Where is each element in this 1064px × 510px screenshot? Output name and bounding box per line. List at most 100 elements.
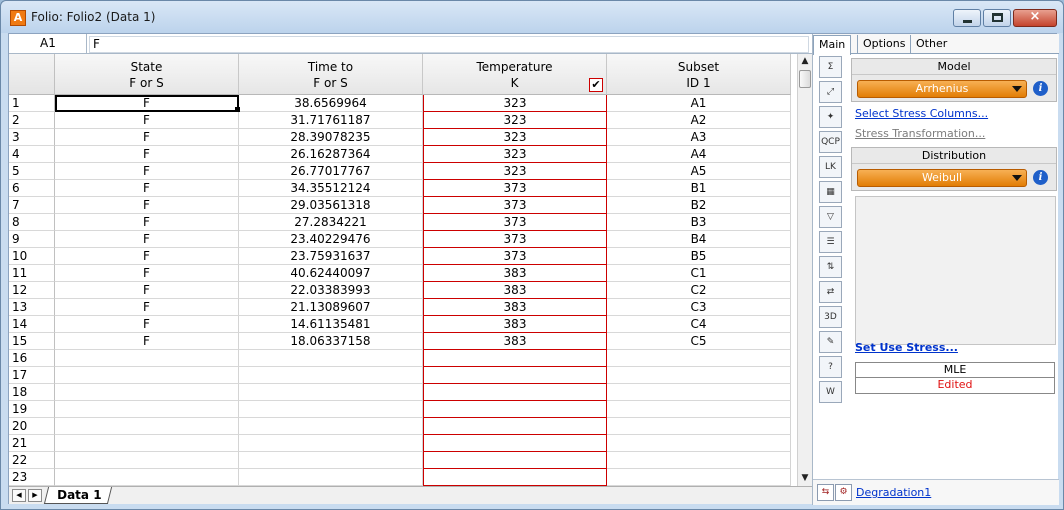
help-icon[interactable]: ?	[819, 356, 842, 378]
link-icon[interactable]: ⇆	[817, 484, 834, 501]
column-header-time[interactable]: Time to F or S	[239, 54, 423, 95]
sheet-tab-data-1[interactable]: Data 1	[43, 487, 113, 504]
cell-time[interactable]	[239, 469, 423, 486]
first-sheet-button[interactable]: ◀	[12, 489, 26, 502]
cell-time[interactable]	[239, 452, 423, 469]
cell-temperature[interactable]: 373	[423, 231, 607, 248]
cell-time[interactable]: 28.39078235	[239, 129, 423, 146]
cell-state[interactable]: F	[55, 112, 239, 129]
set-use-stress-link[interactable]: Set Use Stress...	[855, 341, 958, 354]
cell-temperature[interactable]: 323	[423, 112, 607, 129]
row-number[interactable]: 19	[9, 401, 55, 418]
cell-temperature[interactable]: 373	[423, 248, 607, 265]
row-number[interactable]: 5	[9, 163, 55, 180]
cell-time[interactable]	[239, 384, 423, 401]
cell-subset[interactable]: B1	[607, 180, 791, 197]
cell-time[interactable]: 38.6569964	[239, 95, 423, 112]
row-number[interactable]: 7	[9, 197, 55, 214]
cell-temperature[interactable]	[423, 384, 607, 401]
cell-time[interactable]: 26.77017767	[239, 163, 423, 180]
column-header-temperature[interactable]: Temperature K ✔	[423, 54, 607, 95]
data-sheet-grid[interactable]: State F or S Time to F or S Temperature K ✔ Sub…	[9, 54, 797, 486]
cell-state[interactable]: F	[55, 316, 239, 333]
row-number[interactable]: 22	[9, 452, 55, 469]
cell-state[interactable]: F	[55, 163, 239, 180]
cell-temperature[interactable]: 383	[423, 316, 607, 333]
filter-icon[interactable]: ▽	[819, 206, 842, 228]
cell-subset[interactable]: A4	[607, 146, 791, 163]
row-number[interactable]: 8	[9, 214, 55, 231]
cell-time[interactable]: 40.62440097	[239, 265, 423, 282]
cell-time[interactable]: 21.13089607	[239, 299, 423, 316]
cell-subset[interactable]: A3	[607, 129, 791, 146]
word-export-icon[interactable]: W	[819, 381, 842, 403]
clear-icon[interactable]: ✎	[819, 331, 842, 353]
3d-plot-icon[interactable]: 3D	[819, 306, 842, 328]
cell-temperature[interactable]: 323	[423, 146, 607, 163]
cell-temperature[interactable]: 383	[423, 265, 607, 282]
row-number[interactable]: 13	[9, 299, 55, 316]
cell-state[interactable]	[55, 401, 239, 418]
row-number[interactable]: 10	[9, 248, 55, 265]
scroll-thumb[interactable]	[799, 70, 811, 88]
cell-subset[interactable]: A5	[607, 163, 791, 180]
cell-temperature[interactable]: 373	[423, 197, 607, 214]
cell-time[interactable]	[239, 401, 423, 418]
cell-state[interactable]: F	[55, 95, 239, 112]
cell-reference[interactable]: A1	[9, 34, 87, 54]
minimize-button[interactable]	[953, 9, 981, 27]
cell-state[interactable]: F	[55, 146, 239, 163]
title-bar[interactable]: A Folio: Folio2 (Data 1) ×	[1, 1, 1063, 33]
cell-temperature[interactable]: 383	[423, 299, 607, 316]
row-number[interactable]: 2	[9, 112, 55, 129]
cell-time[interactable]: 27.2834221	[239, 214, 423, 231]
cell-subset[interactable]: C1	[607, 265, 791, 282]
scroll-down-arrow[interactable]: ▼	[798, 471, 812, 486]
wizard-icon[interactable]: ✦	[819, 106, 842, 128]
tab-options[interactable]: Options	[857, 35, 910, 54]
cell-state[interactable]: F	[55, 197, 239, 214]
select-stress-columns-link[interactable]: Select Stress Columns...	[855, 107, 988, 120]
cell-subset[interactable]: B4	[607, 231, 791, 248]
model-dropdown[interactable]: Arrhenius	[857, 80, 1027, 98]
cell-time[interactable]	[239, 350, 423, 367]
cell-temperature[interactable]: 323	[423, 95, 607, 112]
cell-subset[interactable]: B5	[607, 248, 791, 265]
cell-time[interactable]	[239, 418, 423, 435]
cell-state[interactable]	[55, 418, 239, 435]
cell-temperature[interactable]	[423, 418, 607, 435]
row-number[interactable]: 1	[9, 95, 55, 112]
cell-temperature[interactable]	[423, 401, 607, 418]
cell-state[interactable]: F	[55, 180, 239, 197]
temperature-checkbox[interactable]: ✔	[589, 78, 603, 92]
model-info-icon[interactable]: i	[1033, 81, 1048, 96]
cell-temperature[interactable]: 323	[423, 129, 607, 146]
cell-state[interactable]: F	[55, 231, 239, 248]
tab-other[interactable]: Other	[910, 35, 952, 54]
cell-state[interactable]	[55, 350, 239, 367]
cell-state[interactable]: F	[55, 214, 239, 231]
report-icon[interactable]: ☰	[819, 231, 842, 253]
cell-subset[interactable]	[607, 384, 791, 401]
cell-subset[interactable]	[607, 435, 791, 452]
vertical-scrollbar[interactable]: ▲ ▼	[797, 54, 812, 486]
select-all-corner[interactable]	[9, 54, 55, 95]
cell-time[interactable]: 23.75931637	[239, 248, 423, 265]
cell-state[interactable]	[55, 384, 239, 401]
tab-main[interactable]: Main	[813, 35, 852, 55]
row-number[interactable]: 14	[9, 316, 55, 333]
cell-state[interactable]: F	[55, 282, 239, 299]
qcp-icon[interactable]: QCP	[819, 131, 842, 153]
column-header-state[interactable]: State F or S	[55, 54, 239, 95]
cell-subset[interactable]	[607, 367, 791, 384]
row-number[interactable]: 18	[9, 384, 55, 401]
lk-icon[interactable]: LK	[819, 156, 842, 178]
cell-subset[interactable]	[607, 418, 791, 435]
cell-temperature[interactable]: 373	[423, 214, 607, 231]
cell-subset[interactable]: C4	[607, 316, 791, 333]
row-number[interactable]: 23	[9, 469, 55, 486]
cell-subset[interactable]	[607, 469, 791, 486]
row-number[interactable]: 17	[9, 367, 55, 384]
cell-state[interactable]: F	[55, 248, 239, 265]
calculate-icon[interactable]: Σ	[819, 56, 842, 78]
